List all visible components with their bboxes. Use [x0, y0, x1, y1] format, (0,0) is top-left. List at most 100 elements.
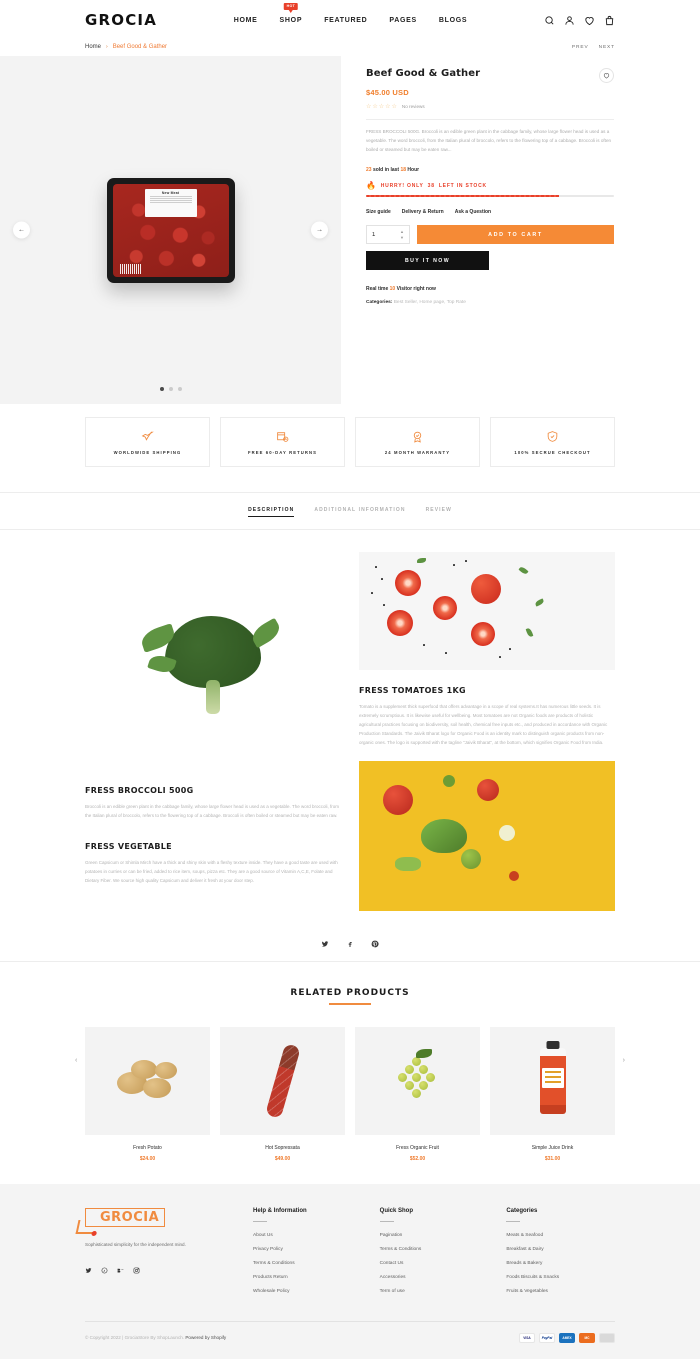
account-icon[interactable] [564, 15, 575, 26]
mastercard-icon: MC [579, 1332, 595, 1343]
nav-item-featured[interactable]: FEATURED [324, 13, 367, 28]
related-product-card[interactable]: Hot Sopressata $49.00 [220, 1026, 345, 1162]
breadcrumb: Home › Beef Good & Gather [85, 44, 167, 50]
footer-link[interactable]: Accessories [380, 1275, 489, 1280]
related-product-card[interactable]: Simple Juice Drink $31.00 [490, 1026, 615, 1162]
footer-link[interactable]: Terms & Conditions [253, 1261, 362, 1266]
tab-description[interactable]: DESCRIPTION [248, 507, 295, 517]
copyright-tail: Powered by Shopify [185, 1335, 227, 1341]
buy-it-now-button[interactable]: BUY IT NOW [366, 251, 489, 271]
trust-label: FREE 60-DAY RETURNS [247, 449, 318, 455]
pinterest-icon[interactable] [101, 1261, 108, 1274]
wishlist-icon[interactable] [584, 15, 595, 26]
nav-label: HOME [233, 16, 258, 24]
site-logo[interactable]: GROCIA [85, 11, 157, 29]
vegetable-image [359, 761, 615, 911]
instagram-icon[interactable] [133, 1261, 140, 1274]
categories-label: Categories: [366, 300, 393, 306]
related-product-card[interactable]: Fress Organic Fruit $52.00 [355, 1026, 480, 1162]
tab-additional-information[interactable]: ADDITIONAL INFORMATION [314, 507, 405, 517]
tab-review[interactable]: REVIEW [426, 507, 452, 517]
add-to-wishlist-button[interactable] [599, 68, 614, 83]
star-rating-icon[interactable]: ☆☆☆☆☆ [366, 103, 398, 110]
footer-link[interactable]: Contact Us [380, 1261, 489, 1266]
breadcrumb-current: Beef Good & Gather [112, 44, 168, 50]
quantity-input[interactable] [372, 231, 392, 238]
share-bar [0, 921, 700, 962]
facebook-icon[interactable] [346, 935, 354, 947]
trust-card-checkout: 100% SECRUE CHECKOUT [490, 417, 615, 467]
related-product-name[interactable]: Hot Sopressata [220, 1145, 345, 1151]
visa-icon: VISA [519, 1332, 535, 1343]
barcode [119, 263, 142, 274]
related-product-card[interactable]: Fresh Potato $24.00 [85, 1026, 210, 1162]
breadcrumb-home[interactable]: Home [85, 44, 101, 50]
footer-link[interactable]: Breakfast & Dairy [506, 1247, 615, 1252]
footer-link[interactable]: Products Return [253, 1275, 362, 1280]
ask-question-link[interactable]: Ask a Question [455, 209, 491, 215]
heart-icon [603, 73, 610, 79]
gallery-dot[interactable] [177, 387, 182, 391]
gallery-prev-icon[interactable]: ← [13, 221, 30, 239]
nav-item-home[interactable]: HOME [234, 13, 258, 28]
related-products-grid: ‹ Fresh Potato $24.00 Hot Sopressata $49… [0, 1005, 700, 1162]
footer-link[interactable]: Terms & Conditions [380, 1247, 489, 1252]
gallery-dots [159, 387, 182, 391]
broccoli-heading: FRESS BROCCOLI 500G [85, 786, 194, 795]
related-product-name[interactable]: Fresh Potato [85, 1145, 210, 1151]
nav-item-blogs[interactable]: BLOGS [439, 13, 467, 28]
behance-icon[interactable] [117, 1261, 124, 1273]
twitter-icon[interactable] [85, 1261, 92, 1274]
quantity-stepper[interactable]: ▲ ▼ [366, 225, 410, 245]
gallery-dot[interactable] [168, 387, 173, 391]
amex-icon: AMEX [559, 1332, 575, 1343]
carousel-prev-icon[interactable]: ‹ [75, 1057, 77, 1064]
footer-link[interactable]: Privacy Policy [253, 1247, 362, 1252]
footer-column-heading: Help & Information [253, 1207, 307, 1214]
footer-link[interactable]: Wholesale Policy [253, 1289, 362, 1294]
product-section: ← New Meat → Beef Good & Gather $45.00 U… [0, 56, 700, 404]
realtime-visitors: Real time 10 Visitor right now [366, 286, 614, 292]
twitter-icon[interactable] [321, 935, 329, 947]
product-image-beef: New Meat [106, 177, 235, 283]
quantity-decrement-icon[interactable]: ▼ [400, 235, 404, 240]
warranty-badge-icon [411, 430, 424, 443]
footer-link[interactable]: Fruits & Vegetables [506, 1289, 615, 1294]
footer-link[interactable]: Meats & Seafood [506, 1233, 615, 1238]
search-icon[interactable] [544, 15, 555, 26]
carousel-next-icon[interactable]: › [623, 1057, 625, 1064]
related-product-name[interactable]: Fress Organic Fruit [355, 1145, 480, 1151]
next-product-link[interactable]: NEXT [599, 45, 615, 50]
review-count[interactable]: No reviews [402, 104, 425, 109]
footer-link[interactable]: Pagination [380, 1233, 489, 1238]
pinterest-icon[interactable] [371, 935, 379, 948]
footer-link[interactable]: About Us [253, 1233, 362, 1238]
categories-value[interactable]: Best Seller, Home page, Top Rate [394, 300, 466, 305]
nav-label: PAGES [389, 16, 417, 24]
delivery-return-link[interactable]: Delivery & Return [402, 209, 444, 215]
cart-icon[interactable] [604, 15, 615, 26]
trust-label: WORLDWIDE SHIPPING [113, 449, 182, 455]
gallery-next-icon[interactable]: → [311, 221, 328, 239]
trust-label: 100% SECRUE CHECKOUT [514, 449, 591, 455]
trust-badges: WORLDWIDE SHIPPING FREE 60-DAY RETURNS 2… [0, 404, 700, 492]
size-guide-link[interactable]: Size guide [366, 209, 391, 215]
nav-item-pages[interactable]: PAGES [389, 13, 417, 28]
related-product-name[interactable]: Simple Juice Drink [490, 1145, 615, 1151]
sold-text: sold in last [372, 166, 400, 173]
quantity-increment-icon[interactable]: ▲ [400, 229, 404, 234]
hurry-prefix: HURRY! ONLY [380, 182, 424, 189]
footer-link[interactable]: Term of use [380, 1289, 489, 1294]
footer-link[interactable]: Foods Biscuits & Snacks [506, 1275, 615, 1280]
trust-label: 24 MONTH WARRANTY [384, 449, 451, 455]
nav-item-shop[interactable]: HOT SHOP [280, 2, 303, 28]
add-to-cart-button[interactable]: ADD TO CART [417, 225, 614, 245]
prev-product-link[interactable]: PREV [572, 45, 589, 50]
gallery-dot[interactable] [159, 387, 164, 391]
description-left-column: FRESS BROCCOLI 500G Broccoli is an edibl… [85, 552, 341, 911]
broccoli-block: FRESS BROCCOLI 500G Broccoli is an edibl… [85, 786, 341, 820]
footer-link[interactable]: Breads & Bakery [506, 1261, 615, 1266]
related-product-price: $31.00 [544, 1155, 561, 1162]
copyright-brand[interactable]: ShopLaunch. [157, 1335, 184, 1340]
return-box-icon [276, 430, 289, 443]
